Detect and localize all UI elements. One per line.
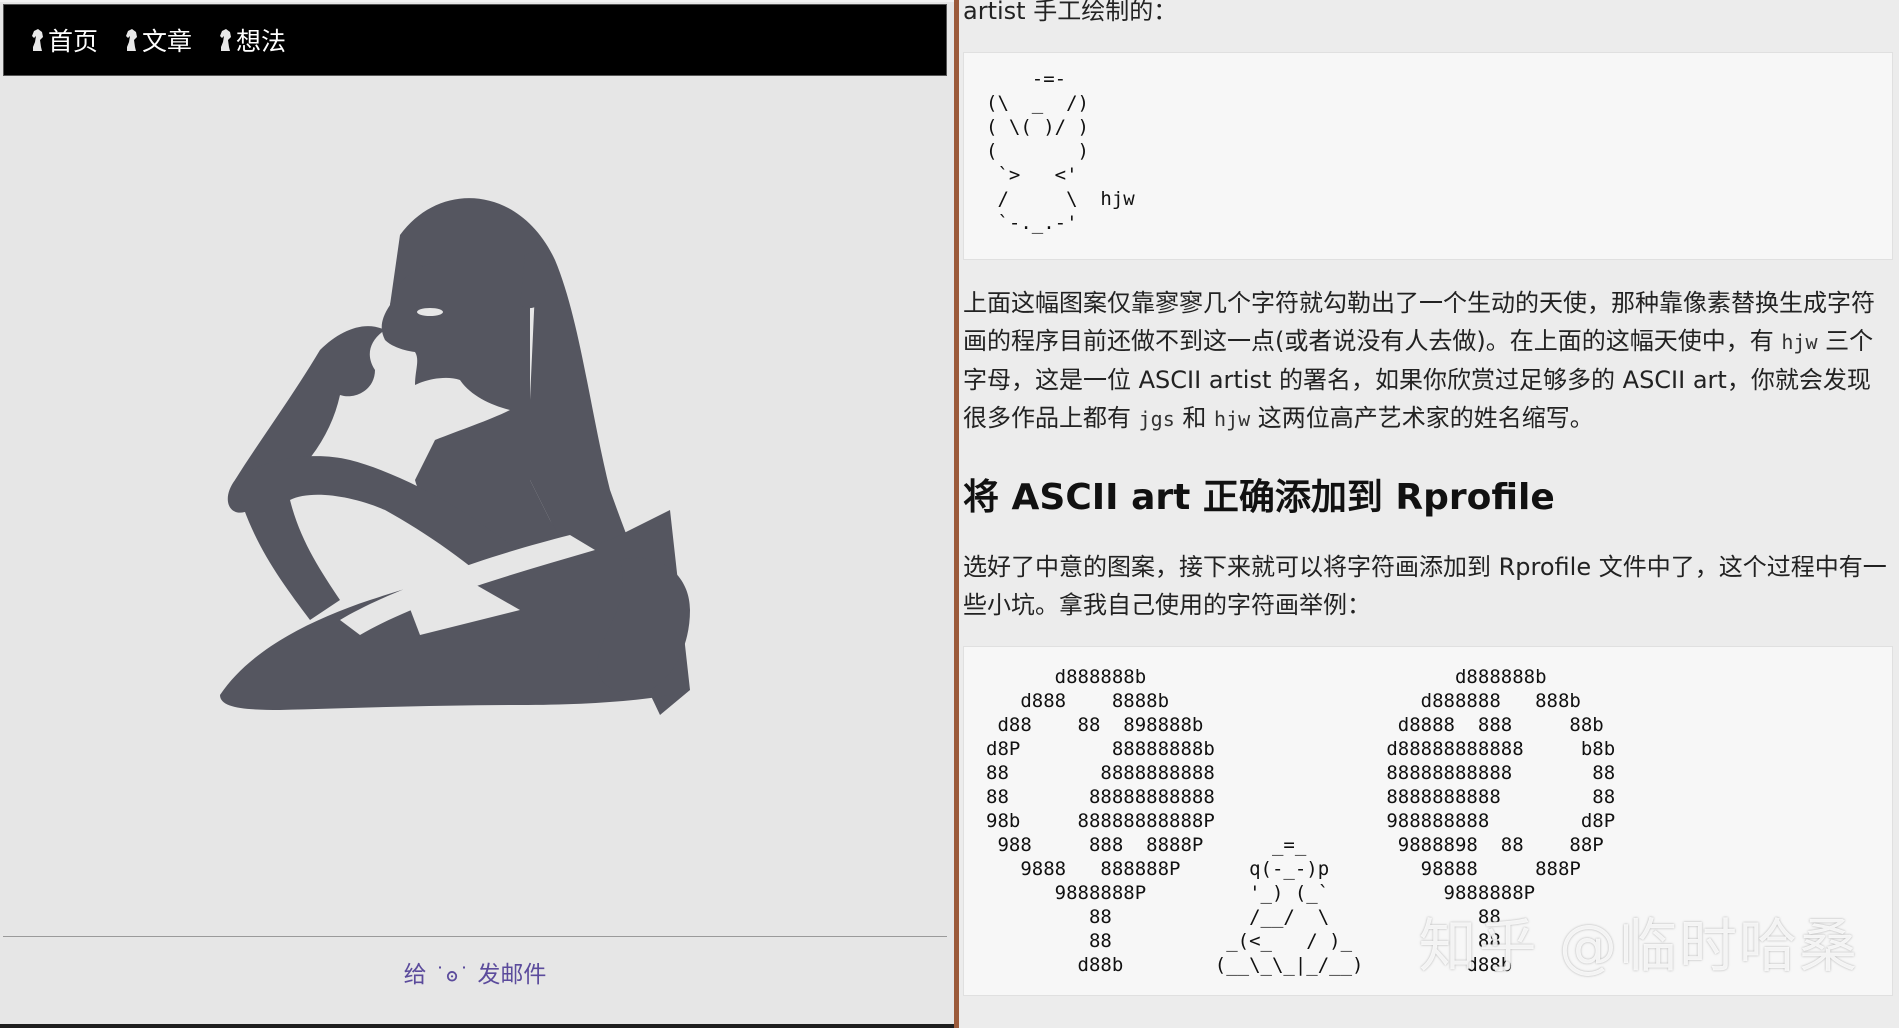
egyptian-seated-figure-icon [220,198,690,716]
nav-label: 文章 [142,27,193,56]
para1-text-1: 上面这幅图案仅靠寥寥几个字符就勾勒出了一个生动的天使，那种靠像素替换生成字符画的… [963,289,1875,355]
angel-code-block: -=- (\ _ /) ( \( )/ ) ( ) `> <' / \ hjw … [963,52,1893,260]
inline-code-hjw: hjw [1214,407,1251,431]
top-text: artist 手工绘制的： [963,0,1178,25]
inline-code-jgs: jgs [1138,407,1175,431]
email-link-suffix: 发邮件 [470,962,547,988]
inline-code-hjw: hjw [1781,330,1818,354]
frame-top-edge [0,0,954,2]
email-link[interactable]: 给 ˙ʘ˙ 发邮件 [0,955,950,989]
left-browser-pane: 首页 文章 想法 给 ˙ʘ˙ 发邮件 [0,0,954,1028]
nav-item-thoughts[interactable]: 想法 [218,22,286,58]
egyptian-figure-illustration [190,180,790,880]
top-navbar: 首页 文章 想法 [3,4,947,76]
nav-item-home[interactable]: 首页 [30,22,98,58]
nav-label: 想法 [236,27,287,56]
para1-text-4: 这两位高产艺术家的姓名缩写。 [1250,404,1594,432]
right-article-pane: artist 手工绘制的： -=- (\ _ /) ( \( )/ ) ( ) … [959,0,1899,1028]
emoticon-face: ˙ʘ˙ [433,963,471,987]
nav-label: 首页 [48,27,99,56]
angel-ascii-art: -=- (\ _ /) ( \( )/ ) ( ) `> <' / \ hjw … [986,68,1135,234]
eye-detail [417,308,443,316]
chess-knight-icon [32,29,43,51]
paragraph-intro: 选好了中意的图案，接下来就可以将字符画添加到 Rprofile 文件中了，这个过… [963,553,1887,619]
chess-knight-icon [220,29,232,51]
nav-item-articles[interactable]: 文章 [124,22,192,58]
email-link-prefix: 给 [403,962,434,988]
chess-knight-icon [126,29,138,51]
footer-divider [3,936,947,937]
para1-text-3: 和 [1174,404,1215,432]
paragraph-angel-explanation: 上面这幅图案仅靠寥寥几个字符就勾勒出了一个生动的天使，那种靠像素替换生成字符画的… [963,284,1893,438]
zhihu-watermark: 知乎 @临时哈桑 [1418,912,1859,980]
frame-bottom-edge [0,1024,954,1028]
section-heading: 将 ASCII art 正确添加到 Rprofile [963,477,1555,518]
